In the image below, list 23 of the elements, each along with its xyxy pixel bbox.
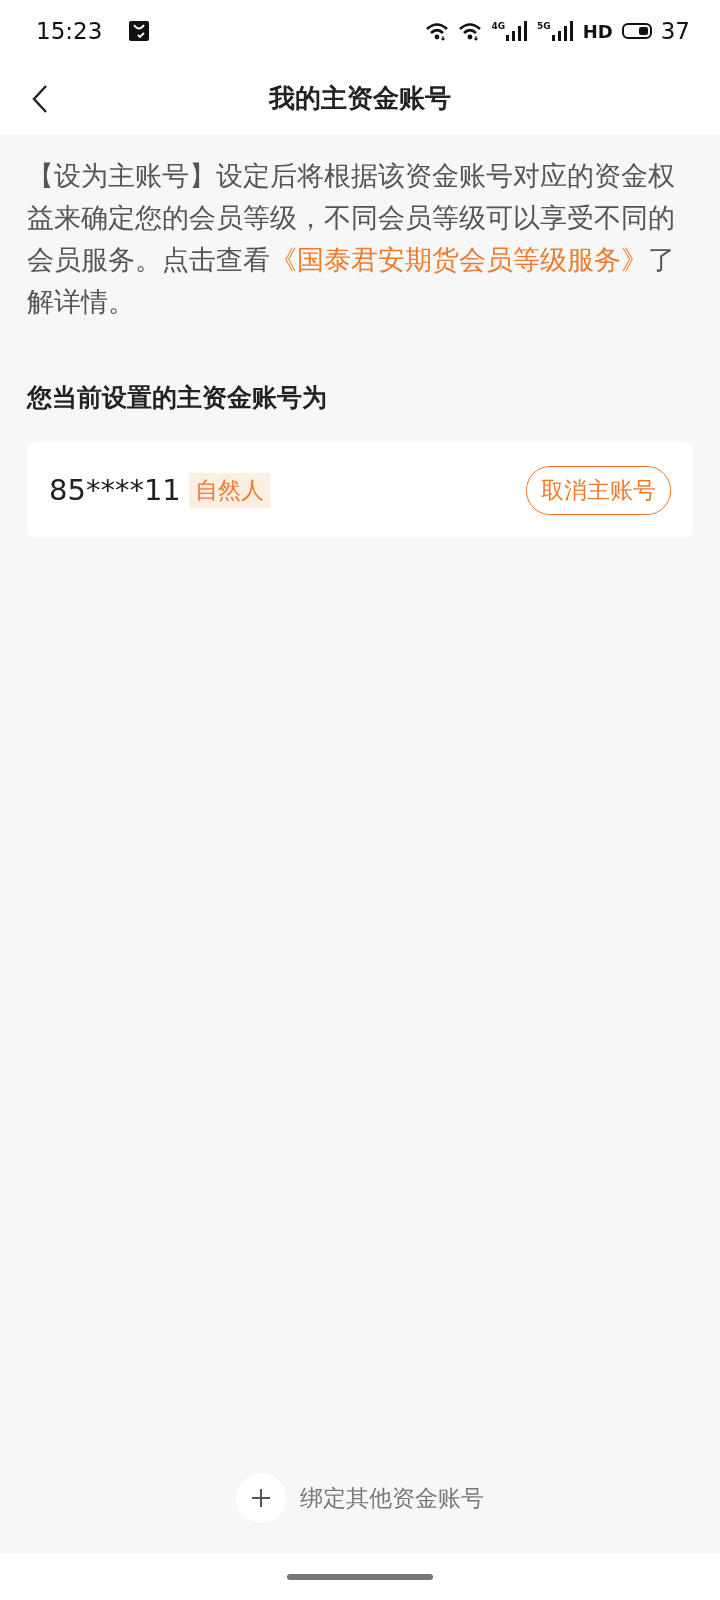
account-number: 85****11 <box>49 473 181 507</box>
network-label: 5G <box>537 21 551 31</box>
notification-icon <box>128 20 151 42</box>
intro-text: 【设为主账号】设定后将根据该资金账号对应的资金权益来确定您的会员等级，不同会员等级可以享受不同的会员服务。点击查看《国泰君安期货会员等级服务》了解详情。 <box>27 159 676 319</box>
service-link[interactable]: 《国泰君安期货会员等级服务》 <box>270 244 648 275</box>
bind-label: 绑定其他资金账号 <box>300 1483 484 1513</box>
signal-icon <box>551 21 574 41</box>
hd-label: HD <box>582 20 613 42</box>
network-label: 4G <box>491 21 506 31</box>
status-time: 15:23 <box>36 18 103 44</box>
page-title: 我的主资金账号 <box>269 82 451 115</box>
cancel-primary-button[interactable]: 取消主账号 <box>526 465 671 515</box>
wifi-icon <box>458 21 483 41</box>
battery-percent: 37 <box>660 18 690 44</box>
home-indicator[interactable] <box>287 1573 433 1580</box>
back-icon <box>32 84 48 114</box>
battery-icon <box>621 23 652 39</box>
bind-account-button[interactable]: 绑定其他资金账号 <box>236 1473 484 1523</box>
plus-icon <box>251 1488 271 1508</box>
account-type-tag: 自然人 <box>188 472 270 508</box>
section-title: 您当前设置的主资金账号为 <box>27 382 328 414</box>
signal-icon <box>506 21 529 41</box>
wifi-icon <box>425 21 450 41</box>
